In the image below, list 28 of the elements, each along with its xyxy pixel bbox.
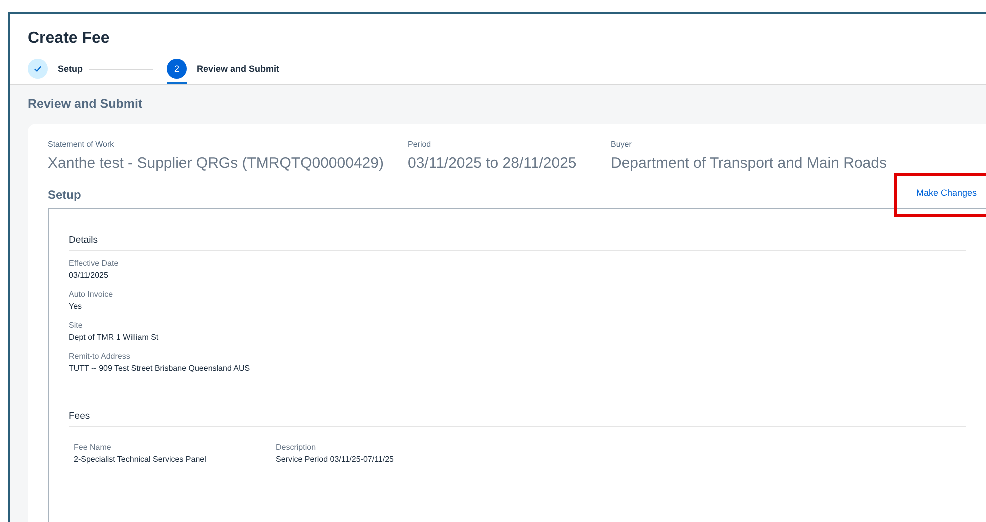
- field-label: Site: [69, 321, 84, 330]
- section-title: Review and Submit: [28, 97, 144, 111]
- field-value: Yes: [69, 302, 84, 311]
- group-heading: Fees: [69, 411, 966, 427]
- field-label: Buyer: [611, 140, 633, 149]
- field-label: Remit-to Address: [69, 352, 132, 361]
- table-cell-text: 2-Specialist Technical Services Panel: [74, 455, 208, 464]
- field-value: 03/11/2025: [69, 271, 110, 280]
- column-header: Description: [276, 443, 318, 452]
- field-label: Effective Date: [69, 259, 120, 268]
- table-cell-text: Service Period 03/11/25-07/11/25: [276, 455, 396, 464]
- step-tab[interactable]: Setup: [28, 54, 84, 84]
- field-label: Statement of Work: [48, 140, 116, 149]
- field-value: TUTT -- 909 Test Street Brisbane Queensland AUS: [69, 364, 252, 373]
- group-heading: Details: [69, 235, 966, 251]
- page-title: Create Fee: [28, 30, 111, 48]
- step-tab[interactable]: 2 Review and Submit: [167, 54, 280, 84]
- field-value: Dept of TMR 1 William St: [69, 333, 160, 342]
- step-number: 2: [167, 59, 188, 79]
- make-changes-link[interactable]: Make Changes: [916, 188, 977, 198]
- field-value: 03/11/2025 to 28/11/2025: [408, 155, 578, 172]
- field-label: Auto Invoice: [69, 290, 114, 299]
- field-label: Period: [408, 140, 432, 149]
- check-icon: [28, 59, 48, 79]
- column-header: Fee Name: [74, 443, 112, 452]
- setup-heading: Setup: [48, 188, 82, 202]
- field-value: Xanthe test - Supplier QRGs (TMRQTQ00000429): [48, 155, 385, 172]
- field-value: Department of Transport and Main Roads: [611, 155, 887, 172]
